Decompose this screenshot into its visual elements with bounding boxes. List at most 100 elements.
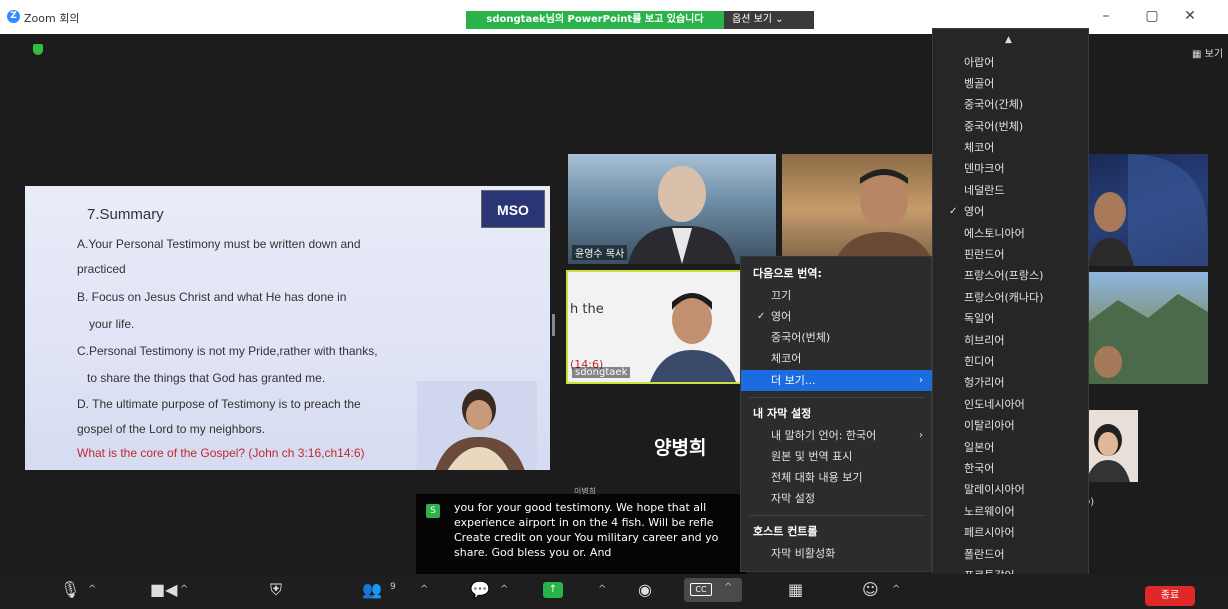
- video-tile[interactable]: [1088, 154, 1208, 266]
- record-icon[interactable]: ◉: [638, 580, 652, 599]
- host-controls-header: 호스트 컨트롤: [753, 525, 818, 538]
- language-item[interactable]: 헝가리어: [933, 373, 1088, 393]
- breakout-rooms-icon[interactable]: ▦: [788, 580, 803, 599]
- language-label: 네덜란드: [964, 184, 1005, 197]
- participants-icon[interactable]: 👥: [362, 580, 382, 599]
- microphone-icon[interactable]: 🎙: [60, 580, 80, 599]
- language-item[interactable]: 덴마크어: [933, 159, 1088, 179]
- slide-line: C.Personal Testimony is not my Pride,rat…: [77, 344, 378, 358]
- menu-item-label: 영어: [771, 310, 792, 323]
- speaker-avatar-icon: S: [426, 504, 440, 518]
- menu-item-caption-settings[interactable]: 자막 설정: [741, 488, 933, 509]
- active-speaker-tile[interactable]: h the (14:6) sdongtaek: [566, 270, 742, 384]
- language-item[interactable]: 말레이시아어: [933, 480, 1088, 500]
- language-item[interactable]: 일본어: [933, 438, 1088, 458]
- chevron-right-icon: ›: [919, 375, 923, 386]
- participant-video-icon: [1088, 294, 1208, 384]
- language-item[interactable]: 아랍어: [933, 53, 1088, 73]
- chevron-up-icon[interactable]: ^: [598, 584, 606, 595]
- language-item[interactable]: 폴란드어: [933, 545, 1088, 565]
- menu-item-show-original[interactable]: 원본 및 번역 표시: [741, 446, 933, 467]
- slide-line: A.Your Personal Testimony must be writte…: [77, 237, 361, 251]
- language-item[interactable]: 이탈리아어: [933, 416, 1088, 436]
- chat-icon[interactable]: 💬: [470, 580, 490, 599]
- close-icon[interactable]: ✕: [1180, 8, 1200, 24]
- slide-line: B. Focus on Jesus Christ and what He has…: [77, 290, 347, 304]
- language-item[interactable]: 프랑스어(프랑스): [933, 266, 1088, 286]
- video-camera-icon[interactable]: ■◀: [150, 580, 177, 599]
- language-item[interactable]: 페르시아어: [933, 523, 1088, 543]
- language-item[interactable]: 벵골어: [933, 74, 1088, 94]
- language-label: 프랑스어(캐나다): [964, 291, 1044, 304]
- language-label: 말레이시아어: [964, 483, 1025, 496]
- tile-caption: h the: [570, 302, 604, 317]
- chevron-up-icon[interactable]: ^: [420, 584, 428, 595]
- language-item[interactable]: 노르웨이어: [933, 502, 1088, 522]
- language-item[interactable]: 중국어(간체): [933, 95, 1088, 115]
- language-label: 체코어: [964, 141, 995, 154]
- share-screen-icon[interactable]: ↑: [543, 582, 563, 598]
- chevron-up-icon[interactable]: ^: [180, 584, 188, 595]
- menu-item-off[interactable]: 끄기: [741, 285, 933, 306]
- participant-name: 윤영수 목사: [572, 245, 628, 260]
- menu-item-view-transcript[interactable]: 전체 대화 내용 보기: [741, 467, 933, 488]
- chevron-up-icon[interactable]: ^: [88, 584, 96, 595]
- language-item[interactable]: 프랑스어(캐나다): [933, 288, 1088, 308]
- language-item[interactable]: 힌디어: [933, 352, 1088, 372]
- meeting-toolbar: 🎙 ^ ■◀ ^ ⛨ 👥 9 ^ 💬 ^ ↑ ^ ◉ CC ^ ▦ ☺ ^ 종료: [0, 574, 1228, 609]
- language-item[interactable]: 한국어: [933, 459, 1088, 479]
- video-tile[interactable]: [1088, 272, 1208, 384]
- view-options-button[interactable]: 옵션 보기 ⌄: [724, 11, 814, 29]
- language-label: 히브리어: [964, 334, 1005, 347]
- menu-item-disable-captions[interactable]: 자막 비활성화: [741, 543, 933, 564]
- menu-item-label: 자막 설정: [771, 492, 815, 505]
- closed-caption-button[interactable]: CC ^: [684, 578, 742, 602]
- language-item[interactable]: 히브리어: [933, 331, 1088, 351]
- language-label: 중국어(간체): [964, 98, 1024, 111]
- menu-item-my-language[interactable]: 내 말하기 언어: 한국어 ›: [741, 425, 933, 446]
- end-meeting-button[interactable]: 종료: [1145, 586, 1195, 606]
- chevron-up-icon[interactable]: ^: [892, 584, 900, 595]
- minimize-icon[interactable]: –: [1096, 8, 1116, 24]
- slide-line: to share the things that God has granted…: [87, 371, 326, 385]
- security-shield-icon[interactable]: [33, 44, 43, 55]
- language-item-english[interactable]: ✓ 영어: [933, 202, 1088, 222]
- language-label: 한국어: [964, 462, 995, 475]
- chevron-up-icon[interactable]: ^: [500, 584, 508, 595]
- menu-item-english[interactable]: ✓ 영어: [741, 306, 933, 327]
- language-item[interactable]: 에스토니아어: [933, 224, 1088, 244]
- video-tile[interactable]: 윤영수 목사: [568, 154, 776, 264]
- checkmark-icon: ✓: [949, 206, 958, 217]
- participant-video-icon: [650, 293, 736, 382]
- language-label: 영어: [964, 205, 985, 218]
- mso-logo: MSO: [481, 190, 545, 228]
- language-item[interactable]: 중국어(번체): [933, 117, 1088, 137]
- participant-video-icon: [834, 169, 934, 264]
- menu-item-chinese-traditional[interactable]: 중국어(번체): [741, 327, 933, 348]
- menu-item-czech[interactable]: 체코어: [741, 348, 933, 369]
- scroll-up-icon[interactable]: ▲: [1005, 35, 1012, 45]
- participant-video-icon: [1088, 154, 1208, 266]
- video-tile[interactable]: [782, 154, 934, 264]
- reactions-icon[interactable]: ☺: [862, 580, 879, 599]
- language-item[interactable]: 네덜란드: [933, 181, 1088, 201]
- language-label: 덴마크어: [964, 162, 1005, 175]
- language-item[interactable]: 체코어: [933, 138, 1088, 158]
- language-item[interactable]: 독일어: [933, 309, 1088, 329]
- view-toggle-button[interactable]: ▦ 보기: [1192, 45, 1223, 60]
- chevron-up-icon[interactable]: ^: [724, 582, 732, 593]
- slide-line: D. The ultimate purpose of Testimony is …: [77, 397, 361, 411]
- language-item[interactable]: 인도네시아어: [933, 395, 1088, 415]
- language-item[interactable]: 핀란드어: [933, 245, 1088, 265]
- split-handle[interactable]: [552, 314, 555, 336]
- caption-line: share. God bless you or. And: [454, 546, 612, 559]
- menu-item-more[interactable]: 더 보기... ›: [741, 370, 933, 391]
- language-label: 프랑스어(프랑스): [964, 269, 1044, 282]
- view-toggle-label: 보기: [1204, 49, 1224, 60]
- my-language-value: 한국어: [845, 429, 877, 442]
- caption-line: experience airport in on the 4 fish. Wil…: [454, 516, 714, 529]
- shared-slide: 7.Summary MSO A.Your Personal Testimony …: [25, 186, 550, 470]
- security-icon[interactable]: ⛨: [270, 580, 282, 600]
- restore-icon[interactable]: ▢: [1142, 8, 1162, 24]
- menu-item-label: 체코어: [771, 352, 802, 365]
